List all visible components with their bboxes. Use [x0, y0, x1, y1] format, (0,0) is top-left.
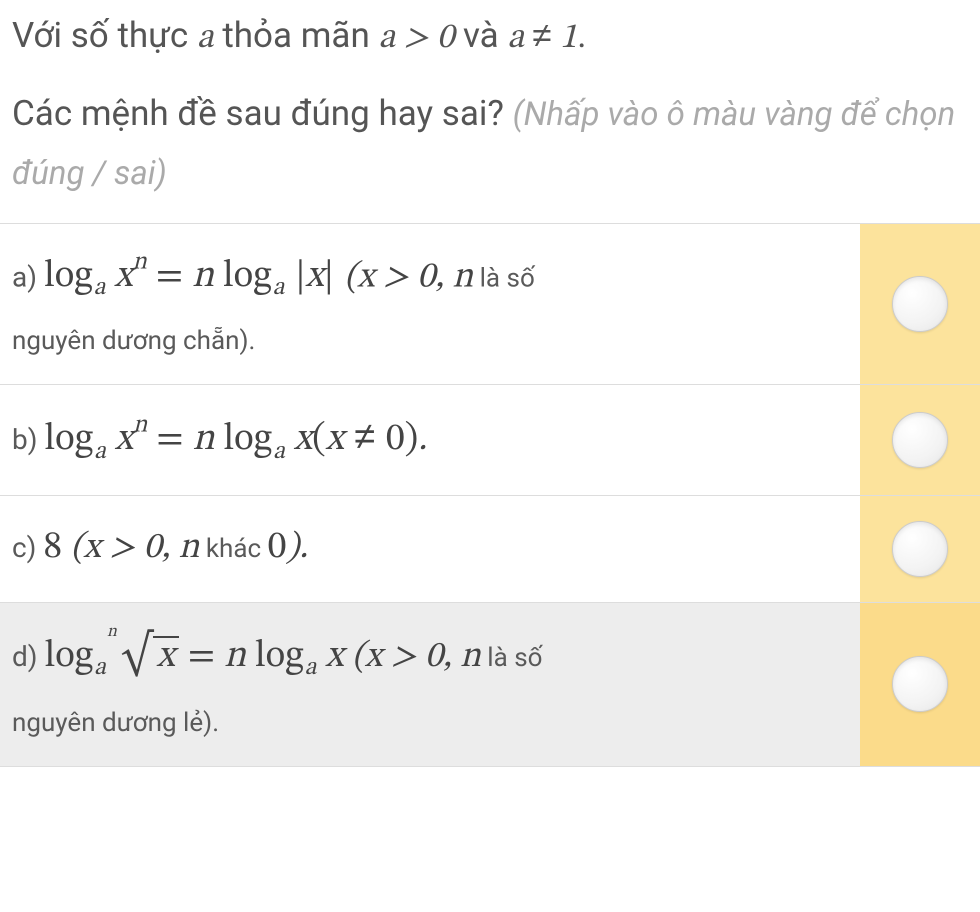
intro-pre: Với số thực	[12, 15, 197, 56]
option-row-d: d) loga n√x = n loga x (x > 0, n là số n…	[0, 602, 980, 767]
option-text-a: a) loga xn = n loga |x| (x > 0, n là số …	[0, 224, 860, 385]
intro-a: a	[197, 21, 214, 56]
option-math-c: 8	[43, 529, 62, 567]
option-math-a: loga xn = n loga |x|	[44, 258, 336, 296]
intro-cond2: a ≠ 1	[507, 21, 577, 56]
radio-icon	[892, 521, 948, 577]
option-math-b: loga xn = n loga x(x ≠ 0)	[44, 421, 418, 459]
radio-icon	[892, 656, 948, 712]
option-row-b: b) loga xn = n loga x(x ≠ 0).	[0, 384, 980, 494]
note-d2: nguyên dương lẻ).	[12, 708, 219, 738]
cond-a: x > 0	[357, 259, 435, 295]
option-text-d: d) loga n√x = n loga x (x > 0, n là số n…	[0, 603, 860, 766]
intro-mid: thỏa mãn	[214, 15, 379, 56]
sub-instruction: Các mệnh đề sau đúng hay sai? (Nhấp vào …	[0, 66, 980, 223]
option-row-c: c) 8 (x > 0, n khác 0).	[0, 495, 980, 602]
option-row-a: a) loga xn = n loga |x| (x > 0, n là số …	[0, 223, 980, 385]
option-label-c: c)	[12, 531, 43, 564]
radio-icon	[892, 276, 948, 332]
option-text-b: b) loga xn = n loga x(x ≠ 0).	[0, 385, 860, 494]
question-intro: Với số thực a thỏa mãn a > 0 và a ≠ 1.	[0, 0, 980, 66]
answer-cell-d[interactable]	[860, 603, 980, 766]
cond-c: x > 0	[83, 530, 161, 566]
nth-root-icon: n√x	[115, 619, 179, 695]
option-label-b: b)	[12, 423, 44, 456]
sub-main: Các mệnh đề sau đúng hay sai?	[12, 93, 513, 134]
radio-icon	[892, 412, 948, 468]
options-list: a) loga xn = n loga |x| (x > 0, n là số …	[0, 223, 980, 767]
intro-cond1: a > 0	[378, 21, 454, 56]
cond-d: x > 0	[365, 639, 443, 675]
option-text-c: c) 8 (x > 0, n khác 0).	[0, 496, 860, 602]
intro-and: và	[454, 15, 507, 56]
answer-cell-c[interactable]	[860, 496, 980, 602]
option-math-d: loga n√x = n loga x	[44, 638, 343, 676]
answer-cell-a[interactable]	[860, 224, 980, 385]
intro-period: .	[577, 15, 586, 56]
note-a2: nguyên dương chẵn).	[12, 326, 255, 356]
answer-cell-b[interactable]	[860, 385, 980, 494]
abs-x-icon: |x|	[293, 258, 336, 296]
option-label-d: d)	[12, 640, 44, 673]
option-label-a: a)	[12, 260, 44, 293]
